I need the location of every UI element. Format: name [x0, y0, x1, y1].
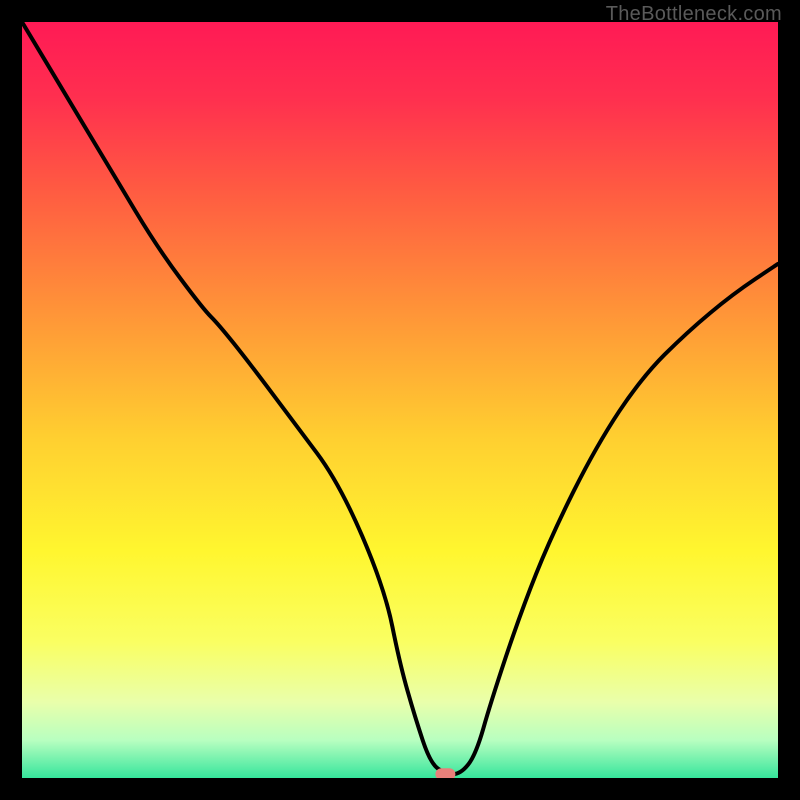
watermark-text: TheBottleneck.com — [606, 3, 782, 26]
plot-frame — [22, 22, 778, 778]
minimum-marker — [435, 768, 455, 778]
bottleneck-chart — [22, 22, 778, 778]
